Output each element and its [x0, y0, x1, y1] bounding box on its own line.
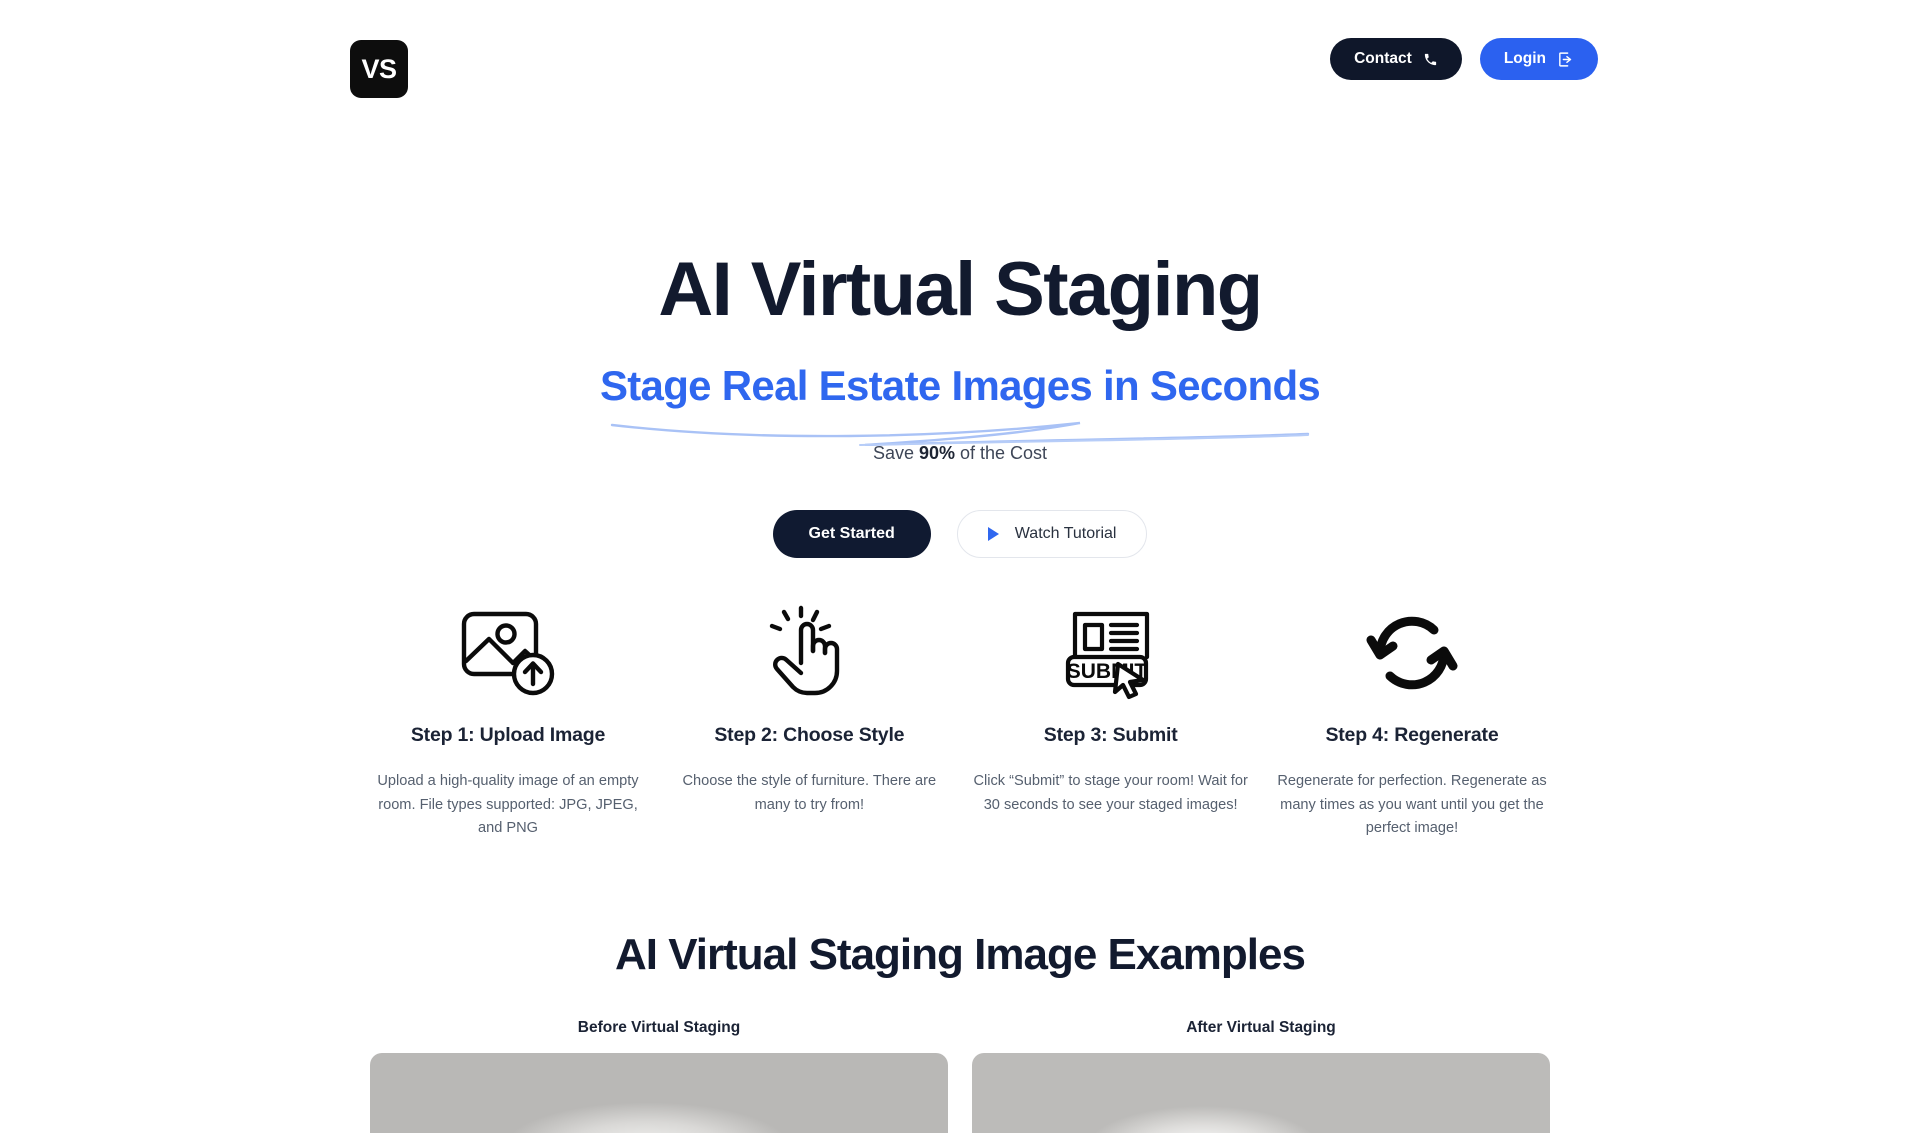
step-title: Step 1: Upload Image — [410, 724, 606, 746]
contact-button[interactable]: Contact — [1330, 38, 1462, 80]
hero-cta-group: Get Started Watch Tutorial — [0, 510, 1920, 558]
submit-form-cursor-icon: SUBMIT — [1059, 598, 1163, 708]
phone-icon — [1423, 52, 1438, 67]
logo-text: VS — [361, 53, 397, 84]
steps-section: Step 1: Upload Image Upload a high-quali… — [360, 598, 1560, 841]
after-example: After Virtual Staging — [972, 1019, 1550, 1133]
step-description: Regenerate for perfection. Regenerate as… — [1277, 773, 1547, 837]
before-image — [370, 1053, 948, 1133]
before-label: Before Virtual Staging — [577, 1019, 741, 1036]
step-title: Step 3: Submit — [1043, 724, 1178, 746]
examples-section-title: AI Virtual Staging Image Examples — [615, 930, 1306, 979]
savings-prefix: Save — [872, 443, 919, 463]
page-title: AI Virtual Staging — [658, 247, 1263, 332]
image-upload-icon — [456, 598, 560, 708]
login-arrow-icon — [1557, 51, 1574, 68]
after-image — [972, 1053, 1550, 1133]
after-label: After Virtual Staging — [1186, 1019, 1336, 1036]
play-icon — [987, 527, 999, 541]
step-description: Click “Submit” to stage your room! Wait … — [973, 773, 1248, 813]
hero-subtitle-wrap: Stage Real Estate Images in Seconds — [0, 362, 1920, 442]
watch-tutorial-label: Watch Tutorial — [1014, 525, 1117, 542]
step-card: Step 1: Upload Image Upload a high-quali… — [360, 598, 656, 841]
step-title: Step 2: Choose Style — [714, 724, 905, 746]
regenerate-refresh-icon — [1360, 598, 1464, 708]
step-description: Upload a high-quality image of an empty … — [377, 773, 639, 837]
login-label: Login — [1503, 50, 1546, 67]
step-card: Step 4: Regenerate Regenerate for perfec… — [1264, 598, 1560, 841]
hero-subtitle: Stage Real Estate Images in Seconds — [599, 362, 1321, 409]
step-card: SUBMIT Step 3: Submit Click “Submit” to … — [963, 598, 1259, 841]
examples-grid: Before Virtual Staging After Virtual Sta… — [370, 1019, 1550, 1133]
step-description: Choose the style of furniture. There are… — [682, 773, 937, 813]
before-example: Before Virtual Staging — [370, 1019, 948, 1133]
contact-label: Contact — [1354, 50, 1412, 67]
savings-text: Save 90% of the Cost — [0, 443, 1920, 464]
login-button[interactable]: Login — [1479, 38, 1598, 80]
vs-logo-icon[interactable]: VS — [350, 40, 408, 98]
step-title: Step 4: Regenerate — [1325, 724, 1499, 746]
step-card: Step 2: Choose Style Choose the style of… — [661, 598, 957, 841]
savings-value: 90% — [918, 443, 955, 463]
site-header: VS Contact Login — [0, 0, 1920, 130]
get-started-button[interactable]: Get Started — [772, 510, 931, 558]
pointing-hand-click-icon — [757, 598, 861, 708]
watch-tutorial-button[interactable]: Watch Tutorial — [956, 510, 1148, 558]
header-actions: Contact Login — [1330, 38, 1598, 80]
savings-suffix: of the Cost — [955, 443, 1048, 463]
